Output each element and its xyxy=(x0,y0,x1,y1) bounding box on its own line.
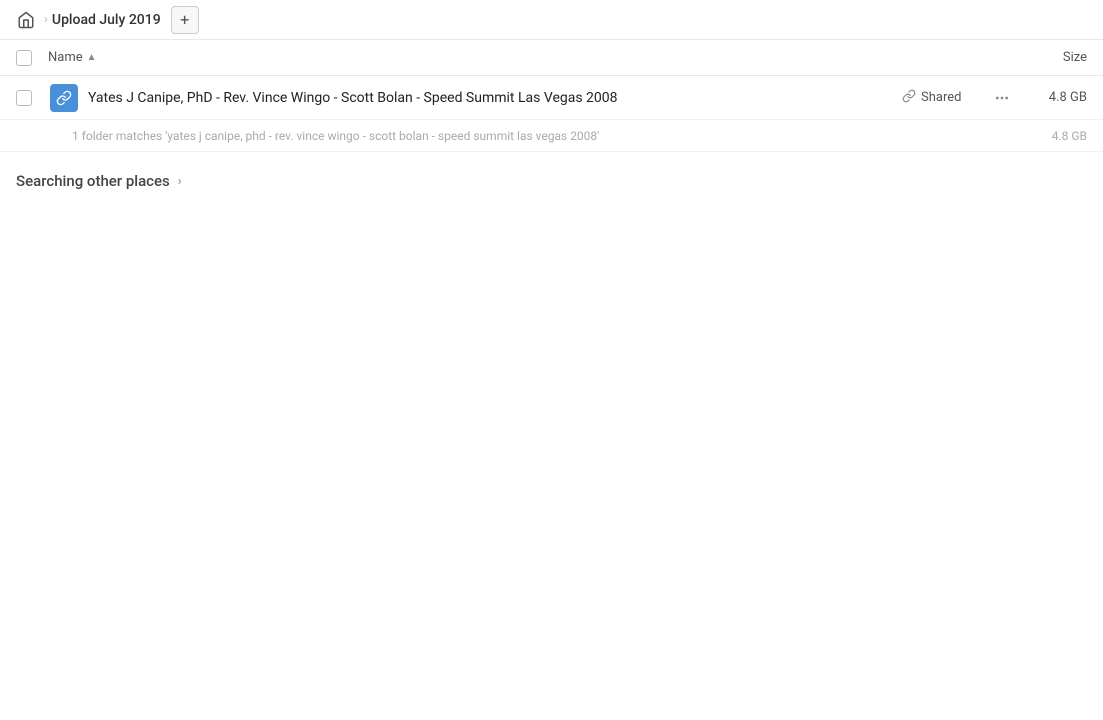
breadcrumb-title: Upload July 2019 xyxy=(52,12,161,28)
sort-arrow-icon: ▲ xyxy=(87,52,97,63)
row-checkbox-col[interactable] xyxy=(16,90,48,106)
link-icon xyxy=(902,89,916,107)
select-all-checkbox-col[interactable] xyxy=(16,50,48,66)
breadcrumb-separator: › xyxy=(44,12,48,27)
file-size: 4.8 GB xyxy=(1022,90,1087,105)
home-button[interactable] xyxy=(12,6,40,34)
header-bar: › Upload July 2019 + xyxy=(0,0,1103,40)
shared-label: Shared xyxy=(921,90,961,105)
row-checkbox[interactable] xyxy=(16,90,32,106)
sub-match-text: 1 folder matches 'yates j canipe, phd - … xyxy=(72,129,1022,143)
select-all-checkbox[interactable] xyxy=(16,50,32,66)
searching-label: Searching other places xyxy=(16,172,170,190)
file-list-row[interactable]: Yates J Canipe, PhD - Rev. Vince Wingo -… xyxy=(0,76,1103,120)
folder-icon xyxy=(50,84,78,112)
shared-status: Shared xyxy=(902,89,982,107)
sub-match-row: 1 folder matches 'yates j canipe, phd - … xyxy=(0,120,1103,152)
searching-chevron-icon: › xyxy=(178,174,182,189)
size-column-header[interactable]: Size xyxy=(1007,50,1087,65)
size-column-label: Size xyxy=(1063,50,1087,65)
searching-other-places[interactable]: Searching other places › xyxy=(0,152,1103,210)
add-button[interactable]: + xyxy=(171,6,199,34)
file-name: Yates J Canipe, PhD - Rev. Vince Wingo -… xyxy=(88,90,902,106)
more-options-button[interactable] xyxy=(990,86,1014,110)
name-column-header[interactable]: Name ▲ xyxy=(48,50,1007,65)
name-column-label: Name xyxy=(48,50,83,65)
file-type-icon xyxy=(48,82,80,114)
column-headers: Name ▲ Size xyxy=(0,40,1103,76)
sub-match-size: 4.8 GB xyxy=(1022,129,1087,143)
